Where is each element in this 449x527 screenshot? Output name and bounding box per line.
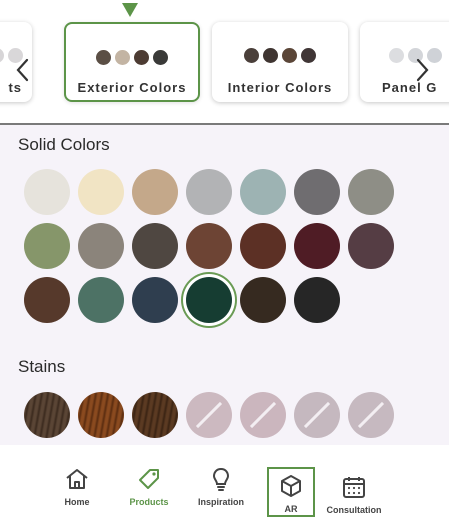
card-swatches	[66, 50, 198, 65]
card-label: Exterior Colors	[77, 80, 187, 95]
stains-heading: Stains	[18, 357, 66, 376]
nav-ar[interactable]: AR	[267, 467, 315, 517]
stain-swatch-unavailable[interactable]	[240, 392, 286, 438]
solid-color-swatch[interactable]	[186, 223, 232, 269]
color-picker-panel: Solid Colors Stains	[0, 125, 449, 445]
solid-color-swatch[interactable]	[132, 223, 178, 269]
nav-consultation[interactable]: Consultation	[324, 475, 384, 515]
mini-swatch	[263, 48, 278, 63]
solid-colors-grid	[24, 169, 394, 323]
chevron-left-icon[interactable]	[15, 58, 29, 87]
mini-swatch	[301, 48, 316, 63]
card-label: Interior Colors	[227, 80, 333, 95]
stain-swatch[interactable]	[24, 392, 70, 438]
solid-color-swatch[interactable]	[132, 277, 178, 323]
cube-icon	[281, 475, 301, 497]
mini-swatch	[96, 50, 111, 65]
mini-swatch	[115, 50, 130, 65]
solid-color-swatch[interactable]	[240, 169, 286, 215]
nav-products-label: Products	[129, 497, 169, 507]
solid-colors-heading: Solid Colors	[18, 135, 110, 154]
nav-consultation-label: Consultation	[326, 505, 382, 515]
nav-inspiration-label: Inspiration	[197, 497, 244, 507]
stains-grid	[24, 392, 394, 438]
nav-inspiration[interactable]: Inspiration	[191, 467, 251, 507]
solid-color-swatch[interactable]	[132, 169, 178, 215]
mini-swatch	[244, 48, 259, 63]
solid-color-swatch[interactable]	[240, 277, 286, 323]
card-exterior-colors[interactable]: Exterior Colors	[64, 22, 200, 102]
mini-swatch	[134, 50, 149, 65]
solid-color-swatch[interactable]	[240, 223, 286, 269]
solid-color-swatch[interactable]	[24, 223, 70, 269]
solid-color-swatch[interactable]	[24, 169, 70, 215]
bottom-navigation: Home Products Inspiration AR Consultatio…	[0, 445, 449, 527]
solid-color-swatch[interactable]	[348, 223, 394, 269]
home-icon	[66, 469, 88, 489]
mini-swatch	[153, 50, 168, 65]
nav-products[interactable]: Products	[119, 467, 179, 507]
solid-color-swatch[interactable]	[186, 169, 232, 215]
mini-swatch	[0, 48, 4, 63]
calendar-icon	[343, 477, 365, 498]
lightbulb-icon	[212, 467, 230, 491]
card-panel-partial[interactable]: Panel G	[360, 22, 449, 102]
solid-color-swatch[interactable]	[24, 277, 70, 323]
solid-color-swatch[interactable]	[294, 169, 340, 215]
card-label: Panel G	[382, 80, 438, 95]
product-category-carousel: ts Exterior Colors Interior Colors Panel…	[0, 0, 449, 122]
chevron-right-icon[interactable]	[416, 58, 430, 87]
stain-swatch[interactable]	[132, 392, 178, 438]
stain-swatch-unavailable[interactable]	[294, 392, 340, 438]
nav-home-label: Home	[64, 497, 90, 507]
stain-swatch[interactable]	[78, 392, 124, 438]
solid-color-swatch[interactable]	[78, 169, 124, 215]
card-interior-colors[interactable]: Interior Colors	[212, 22, 348, 102]
card-swatches	[212, 48, 348, 63]
solid-color-swatch[interactable]	[78, 277, 124, 323]
card-swatches	[360, 48, 449, 63]
solid-color-swatch-selected[interactable]	[186, 277, 232, 323]
stain-swatch-unavailable[interactable]	[186, 392, 232, 438]
active-card-pointer	[122, 3, 138, 17]
solid-color-swatch[interactable]	[348, 169, 394, 215]
solid-color-swatch[interactable]	[294, 277, 340, 323]
solid-color-swatch[interactable]	[78, 223, 124, 269]
tag-icon	[139, 469, 159, 489]
nav-home[interactable]: Home	[47, 467, 107, 507]
nav-ar-label: AR	[284, 504, 298, 514]
mini-swatch	[282, 48, 297, 63]
stain-swatch-unavailable[interactable]	[348, 392, 394, 438]
mini-swatch	[388, 48, 404, 63]
solid-color-swatch[interactable]	[294, 223, 340, 269]
